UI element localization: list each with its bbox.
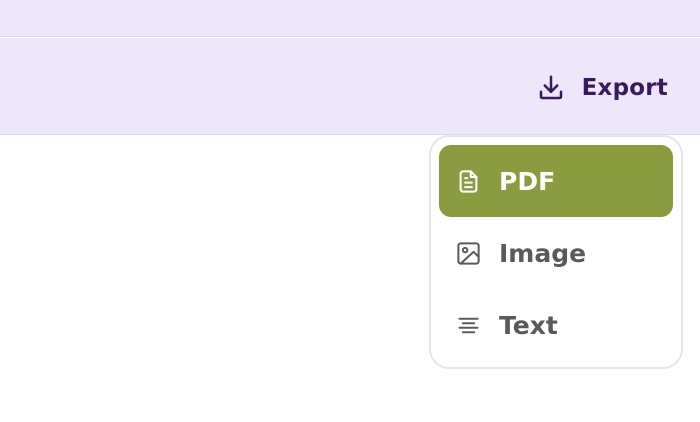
menu-item-label: Text [499,310,558,340]
menu-item-image[interactable]: Image [439,217,673,289]
text-align-center-icon [458,317,479,333]
top-bar [0,0,700,37]
toolbar: Export [0,38,700,135]
export-menu: PDF Image Text [429,135,683,369]
export-label: Export [581,75,668,101]
image-icon [457,241,480,265]
document-icon [459,169,478,193]
menu-item-label: PDF [499,166,556,196]
menu-item-pdf[interactable]: PDF [439,145,673,217]
export-button[interactable]: Export [536,68,668,108]
menu-item-label: Image [499,238,587,268]
download-icon [539,75,562,100]
menu-item-text[interactable]: Text [439,289,673,361]
